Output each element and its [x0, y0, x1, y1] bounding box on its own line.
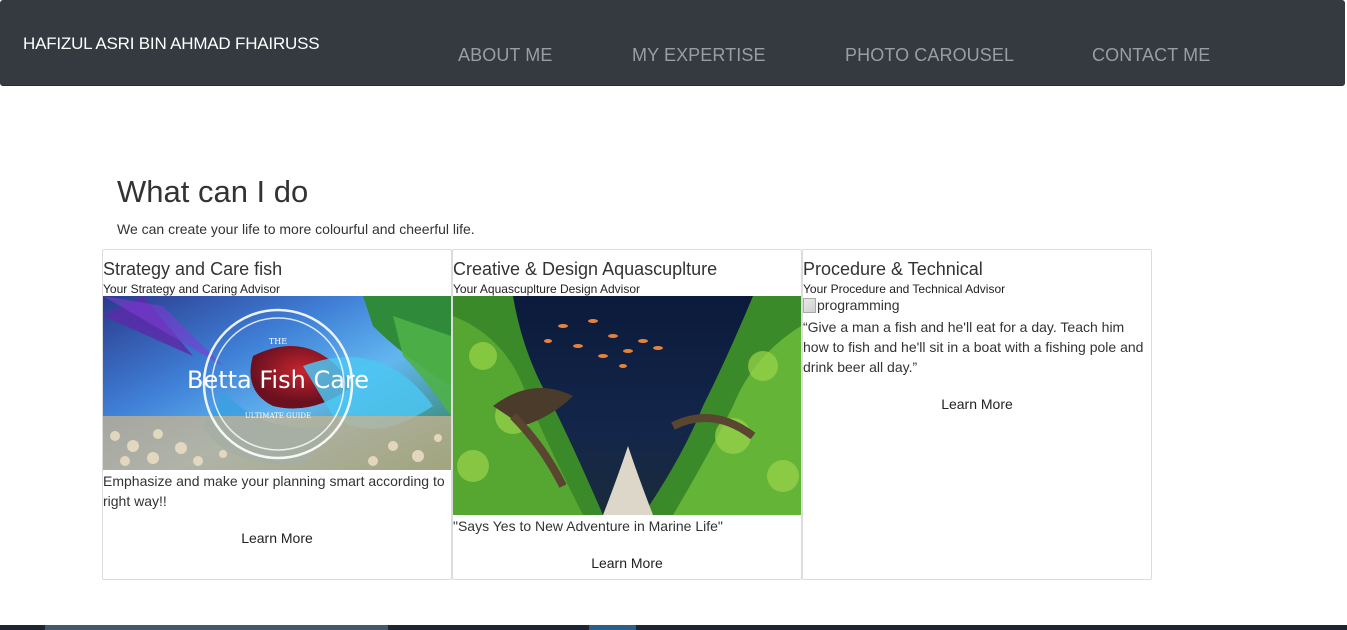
card-title: Procedure & Technical	[803, 259, 983, 279]
image-small-text-top: THE	[269, 337, 287, 346]
image-alt-text: programming	[817, 297, 900, 313]
card-subtitle: Your Procedure and Technical Advisor	[803, 282, 1006, 296]
nav-link-my-expertise[interactable]: MY EXPERTISE	[632, 45, 766, 66]
broken-image-programming: programming	[803, 297, 899, 313]
footer-strip	[0, 625, 1347, 630]
brand-name[interactable]: HAFIZUL ASRI BIN AHMAD FHAIRUSS	[23, 34, 320, 54]
broken-image-icon	[803, 297, 816, 313]
nav-link-photo-carousel[interactable]: PHOTO CAROUSEL	[845, 45, 1014, 66]
learn-more-link[interactable]: Learn More	[103, 530, 451, 546]
learn-more-link[interactable]: Learn More	[803, 396, 1151, 412]
card-title: Strategy and Care fish	[103, 259, 283, 279]
card-text: "Says Yes to New Adventure in Marine Lif…	[453, 518, 723, 534]
section-subtitle: We can create your life to more colourfu…	[117, 221, 475, 237]
card-subtitle: Your Aquascuplture Design Advisor	[453, 282, 641, 296]
card-text: Emphasize and make your planning smart a…	[103, 473, 445, 509]
betta-fish-image: THE Betta Fish Care ULTIMATE GUIDE	[103, 296, 451, 470]
section-title: What can I do	[117, 174, 309, 209]
card-strategy: Strategy and Care fish Your Strategy and…	[102, 249, 452, 580]
navbar: HAFIZUL ASRI BIN AHMAD FHAIRUSS ABOUT ME…	[0, 0, 1345, 86]
image-title-text: Betta Fish Care	[187, 366, 369, 394]
card-subtitle: Your Strategy and Caring Advisor	[103, 282, 280, 296]
card-title: Creative & Design Aquascuplture	[453, 259, 718, 279]
aquascape-image	[453, 296, 801, 515]
card-creative-design: Creative & Design Aquascuplture Your Aqu…	[452, 249, 802, 580]
nav-link-about-me[interactable]: ABOUT ME	[458, 45, 552, 66]
image-small-text-bottom: ULTIMATE GUIDE	[245, 412, 311, 420]
learn-more-link[interactable]: Learn More	[453, 555, 801, 571]
card-text: “Give a man a fish and he'll eat for a d…	[803, 319, 1144, 375]
nav-link-contact-me[interactable]: CONTACT ME	[1092, 45, 1210, 66]
card-procedure-technical: Procedure & Technical Your Procedure and…	[802, 249, 1152, 580]
